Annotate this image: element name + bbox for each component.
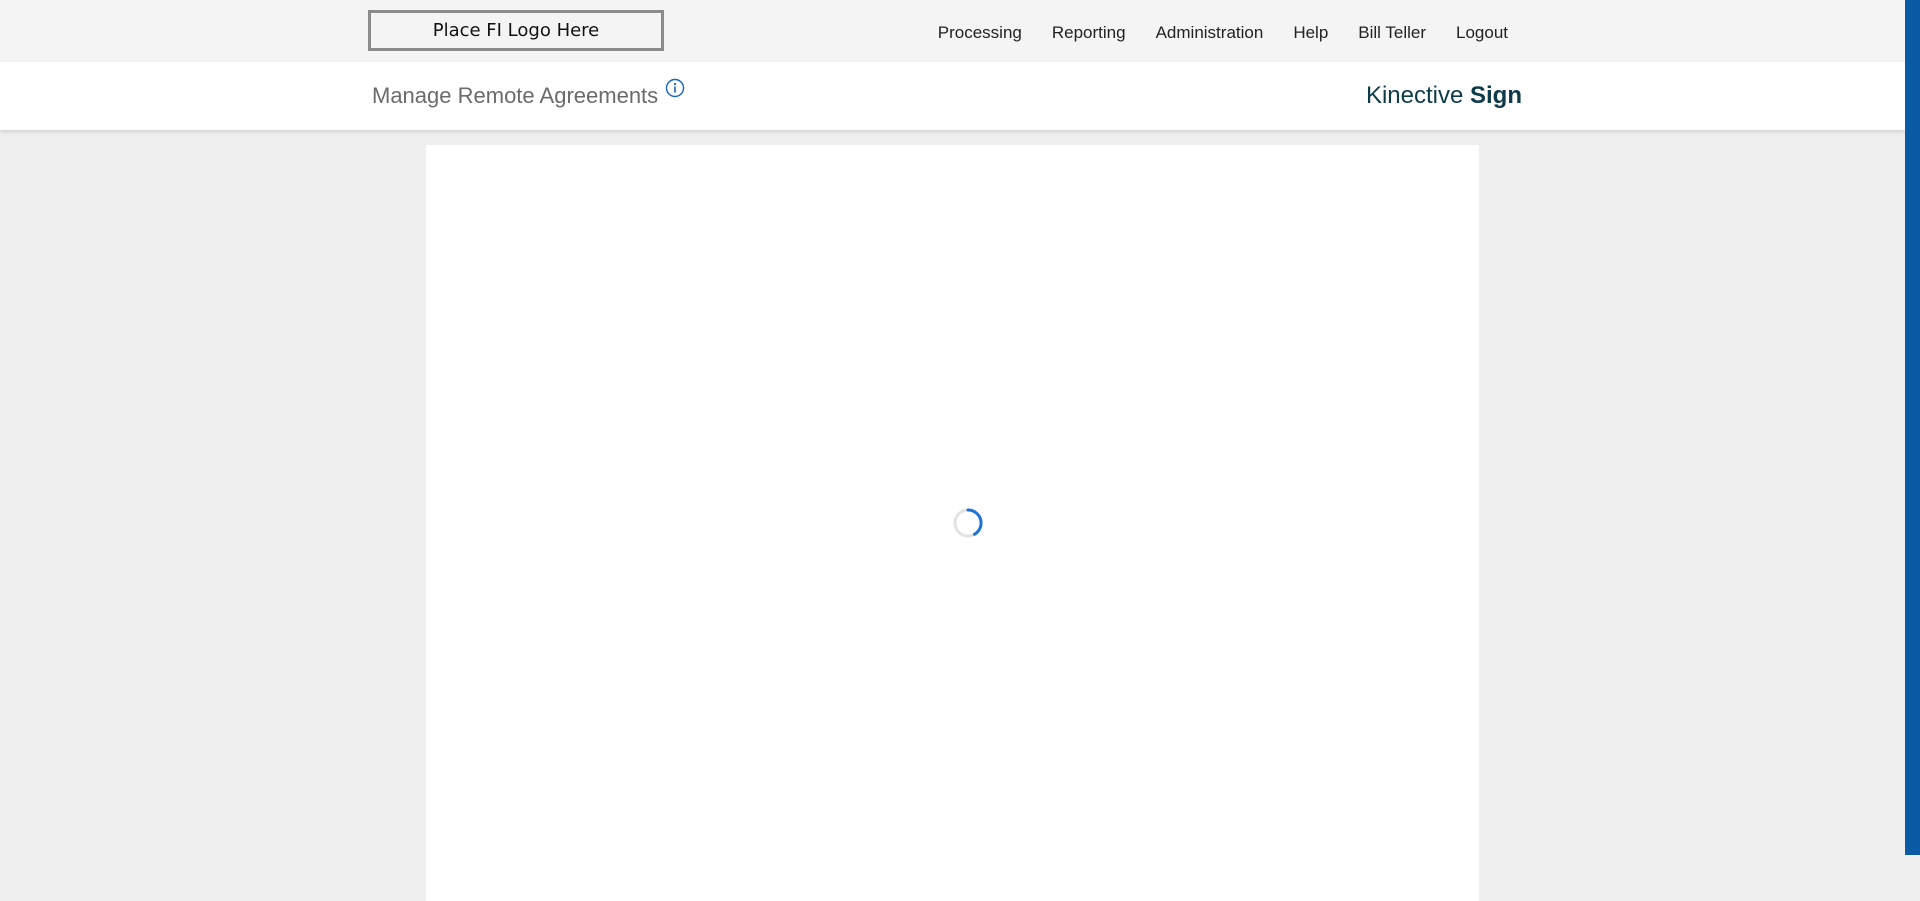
scrollbar-gap: [1905, 855, 1920, 901]
nav-item-reporting[interactable]: Reporting: [1052, 21, 1126, 45]
brand-bold-text: Sign: [1470, 82, 1522, 109]
logo-text: Place FI Logo Here: [432, 20, 600, 41]
scrollbar-track[interactable]: [1905, 0, 1920, 855]
main-nav: Processing Reporting Administration Help…: [908, 21, 1508, 45]
nav-item-user[interactable]: Bill Teller: [1358, 21, 1426, 45]
fi-logo-placeholder[interactable]: Place FI Logo Here: [368, 10, 664, 51]
page-header: Manage Remote Agreements Kinective Sign: [0, 62, 1905, 130]
loading-spinner-icon: [952, 507, 984, 539]
brand-light-text: Kinective: [1365, 82, 1470, 109]
nav-item-processing[interactable]: Processing: [938, 21, 1022, 45]
info-icon[interactable]: [665, 78, 685, 98]
top-navigation-bar: Place FI Logo Here Processing Reporting …: [0, 0, 1905, 62]
brand-logo: Kinective Sign: [1366, 82, 1522, 110]
page-title: Manage Remote Agreements: [372, 83, 659, 108]
nav-item-administration[interactable]: Administration: [1156, 21, 1264, 45]
nav-item-logout[interactable]: Logout: [1456, 21, 1508, 45]
content-panel: [426, 145, 1479, 901]
nav-item-help[interactable]: Help: [1293, 21, 1328, 45]
